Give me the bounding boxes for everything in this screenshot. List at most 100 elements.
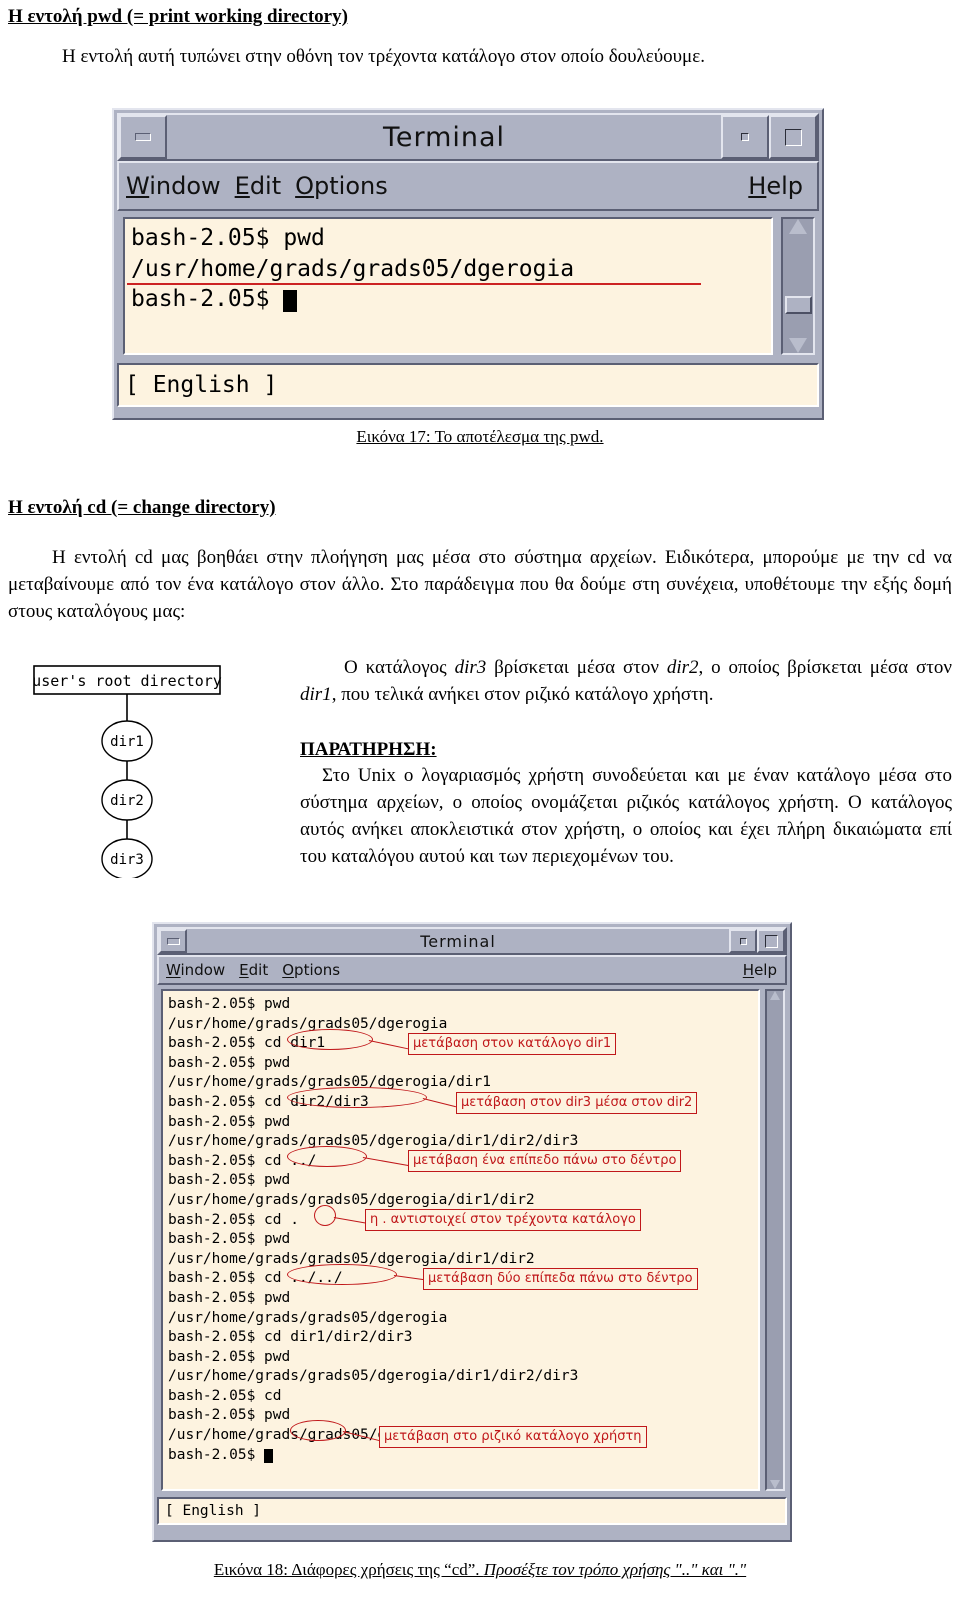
restore-button-2[interactable] <box>729 929 757 953</box>
terminal-screen-1[interactable]: bash-2.05$ pwd /usr/home/grads/grads05/d… <box>123 217 773 355</box>
status-language-1: [ English ] <box>125 372 278 398</box>
terminal-screen-2[interactable]: bash-2.05$ pwd /usr/home/grads/grads05/d… <box>161 989 760 1491</box>
scroll-down-arrow-icon[interactable] <box>770 1480 780 1489</box>
menubar-2[interactable]: Window Edit Options Help <box>157 955 787 985</box>
terminal-line: bash-2.05$ cd <box>168 1387 282 1404</box>
window-title-1: Terminal <box>382 121 506 153</box>
menu-label-options-1: ptions <box>314 172 388 200</box>
explain-part-1: Ο κατάλογος <box>344 657 455 678</box>
menu-item-options-1[interactable]: Options <box>288 172 395 200</box>
annotation-label-5: μετάβαση δύο επίπεδα πάνω στο δέντρο <box>423 1268 698 1290</box>
maximize-button-2[interactable] <box>757 929 785 953</box>
terminal-line: /usr/home/grads/grads05/dgerogia <box>131 255 575 282</box>
terminal-line: bash-2.05$ pwd <box>168 1289 291 1306</box>
terminal-prompt: bash-2.05$ <box>168 1446 265 1463</box>
terminal-line: bash-2.05$ pwd <box>168 1172 291 1189</box>
terminal-line: /usr/home/grads/grads05/dgerogia <box>168 1309 448 1326</box>
scroll-down-arrow-icon[interactable] <box>789 338 807 353</box>
explain-part-4: , που τελικά ανήκει στον ριζικό κατάλογο… <box>331 683 714 705</box>
tree-node-dir2-label: dir2 <box>110 793 144 809</box>
scroll-thumb-1[interactable] <box>784 296 812 314</box>
terminal-body-1: bash-2.05$ pwd /usr/home/grads/grads05/d… <box>117 211 819 359</box>
figure-caption-18: Εικόνα 18: Διάφορες χρήσεις της “cd”. Πρ… <box>0 1560 960 1580</box>
menu-item-edit-2[interactable]: Edit <box>232 961 275 979</box>
paragraph-dir-structure: Ο κατάλογος dir3 βρίσκεται μέσα στον dir… <box>300 655 952 709</box>
paragraph-pwd-description: Η εντολή αυτή τυπώνει στην οθόνη τον τρέ… <box>62 46 705 67</box>
terminal-line: bash-2.05$ pwd <box>131 225 325 251</box>
maximize-button-1[interactable] <box>769 115 817 159</box>
terminal-line: bash-2.05$ cd dir1/dir2/dir3 <box>168 1329 413 1346</box>
restore-button-1[interactable] <box>721 115 769 159</box>
figure-caption-18-plain: Εικόνα 18: Διάφορες χρήσεις της “cd”. <box>213 1560 484 1579</box>
terminal-prompt: bash-2.05$ <box>131 286 284 313</box>
explain-dir2: dir2 <box>666 657 699 678</box>
statusbar-2: [ English ] <box>157 1497 787 1525</box>
terminal-line: bash-2.05$ pwd <box>168 1348 291 1365</box>
maximize-icon <box>784 128 802 146</box>
terminal-line: /usr/home/grads/grads05/dgerogia/dir1/di… <box>168 1250 535 1267</box>
menu-label-edit-1: dit <box>249 172 282 200</box>
statusbar-1: [ English ] <box>117 363 819 407</box>
minimize-icon <box>135 133 151 141</box>
titlebar-2: Terminal <box>157 927 787 955</box>
terminal-window-1[interactable]: Terminal Window Edit Options Help bash-2… <box>112 108 824 420</box>
terminal-window-2[interactable]: Terminal Window Edit Options Help bash-2… <box>152 922 792 1542</box>
note-body: Στο Unix ο λογαριασμός χρήστη συνοδεύετα… <box>300 764 952 867</box>
minimize-button-1[interactable] <box>119 115 167 159</box>
explain-dir1: dir1 <box>300 683 332 705</box>
menubar-1[interactable]: Window Edit Options Help <box>117 161 819 211</box>
menu-item-window-1[interactable]: Window <box>119 172 228 200</box>
menu-item-window-2[interactable]: Window <box>159 961 232 979</box>
figure-caption-18-italic: Προσέξτε τον τρόπο χρήσης ".." και "." <box>483 1560 747 1579</box>
terminal-line: /usr/home/grads/grads05/dgerogia/dir1 <box>168 1074 492 1091</box>
note-title: ΠΑΡΑΤΗΡΗΣΗ: <box>300 738 437 760</box>
menu-label-help-1: elp <box>766 172 803 200</box>
terminal-line: /usr/home/grads/grads05/dgerogia <box>168 1015 448 1032</box>
scroll-up-arrow-icon[interactable] <box>770 991 780 1000</box>
cd-explanation-column: Ο κατάλογος dir3 βρίσκεται μέσα στον dir… <box>300 655 952 871</box>
menu-label-help-2: elp <box>754 961 777 979</box>
annotation-label-6: μετάβαση στο ριζικό κατάλογο χρήστη <box>379 1426 647 1448</box>
terminal-line: bash-2.05$ pwd <box>168 1113 291 1130</box>
titlebar-1: Terminal <box>117 113 819 161</box>
figure-caption-17-text: Εικόνα 17: Το αποτέλεσμα της pwd. <box>356 427 604 446</box>
menu-item-help-1[interactable]: Help <box>741 172 817 200</box>
directory-tree-diagram: user's root directory dir1 dir2 dir3 <box>32 662 232 878</box>
scrollbar-1[interactable] <box>781 217 815 355</box>
menu-label-window-2: indow <box>180 961 226 979</box>
scroll-track-2[interactable] <box>767 1000 783 1480</box>
minimize-button-2[interactable] <box>159 929 187 953</box>
terminal-line-with-cursor: bash-2.05$ <box>168 1446 758 1466</box>
menu-item-options-2[interactable]: Options <box>275 961 347 979</box>
tree-node-dir1-label: dir1 <box>110 734 144 750</box>
paragraph-cd-description: Η εντολή cd μας βοηθάει στην πλοήγηση μα… <box>8 547 952 622</box>
heading-pwd-command: Η εντολή pwd (= print working directory) <box>8 6 348 27</box>
terminal-body-2: bash-2.05$ pwd /usr/home/grads/grads05/d… <box>157 985 787 1493</box>
terminal-line: bash-2.05$ pwd <box>168 1231 291 1248</box>
menu-item-help-2[interactable]: Help <box>736 961 785 979</box>
terminal-line-with-cursor: bash-2.05$ <box>131 284 771 315</box>
text-cursor <box>264 1448 274 1463</box>
status-language-2: [ English ] <box>165 1503 262 1519</box>
annotation-label-2: μετάβαση στον dir3 μέσα στον dir2 <box>456 1092 698 1114</box>
text-cursor <box>283 290 298 313</box>
scrollbar-2[interactable] <box>765 989 785 1491</box>
restore-icon <box>739 937 747 945</box>
red-underline-path <box>127 283 701 285</box>
scroll-track-1[interactable] <box>783 234 813 338</box>
annotation-label-3: μετάβαση ένα επίπεδο πάνω στο δέντρο <box>408 1150 682 1172</box>
menu-item-edit-1[interactable]: Edit <box>228 172 288 200</box>
menu-label-window-1: indow <box>149 172 221 200</box>
minimize-icon <box>166 937 180 945</box>
terminal-line: /usr/home/grads/grads05/dgerogia/dir1/di… <box>168 1368 579 1385</box>
figure-caption-18-wrap: Εικόνα 18: Διάφορες χρήσεις της “cd”. Πρ… <box>214 1560 746 1579</box>
menu-label-options-2: ptions <box>294 961 341 979</box>
tree-root-label: user's root directory <box>32 672 222 690</box>
scroll-up-arrow-icon[interactable] <box>789 219 807 234</box>
tree-node-dir3-label: dir3 <box>110 852 144 868</box>
explain-part-3: , ο οποίος βρίσκεται μέσα στον <box>698 657 952 678</box>
terminal-line: bash-2.05$ pwd <box>168 996 291 1012</box>
restore-icon <box>741 133 749 141</box>
tree-svg: user's root directory dir1 dir2 dir3 <box>32 665 222 878</box>
explain-part-2: βρίσκεται μέσα στον <box>486 657 667 678</box>
